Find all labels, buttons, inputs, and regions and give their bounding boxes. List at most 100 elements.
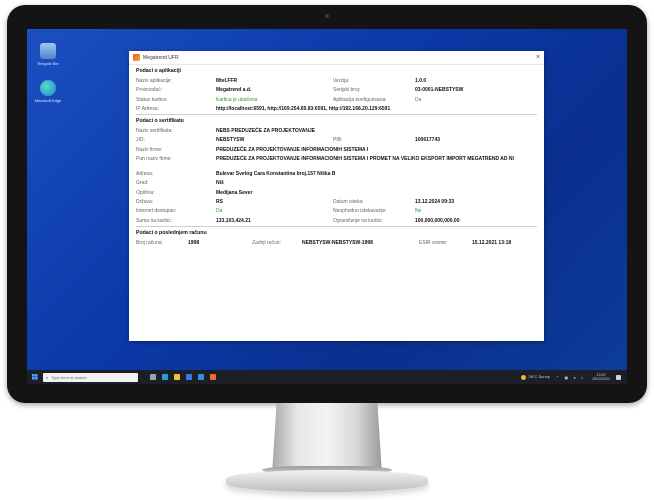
info-row: JID: NEBSTYSW PIB: 100617743 — [136, 136, 537, 145]
field-label: Aplikacija konfigurisana: — [333, 96, 387, 103]
megatrend-app-icon — [133, 54, 140, 61]
info-row: Naziv firme: PREDUZEĆE ZA PROJEKTOVANJE … — [136, 146, 537, 155]
pib-value: 100617743 — [415, 137, 441, 144]
card-limit-value: 100,000,000,000.00 — [415, 217, 460, 224]
field-label: Verzija: — [333, 78, 350, 84]
section-title: Podaci o sertifikatu — [136, 118, 184, 125]
close-button[interactable]: × — [536, 54, 540, 61]
info-row: Grad: Niš — [136, 179, 537, 188]
field-label: IP Adresa: — [136, 105, 159, 112]
field-label: Broj računa: — [136, 239, 163, 246]
esir-time-value: 15.12.2021 13:18 — [472, 239, 512, 246]
monitor-bezel: Recycle Bin Microsoft Edge Megatrend UFR… — [7, 5, 647, 403]
sun-icon — [521, 374, 527, 380]
municipality-value: Medijana Sever — [216, 189, 253, 196]
field-label: Država: — [136, 198, 154, 205]
city-value: Niš — [216, 180, 224, 187]
info-row: Adresa: Bulevar Svetog Cara Konstantina … — [136, 170, 537, 179]
edge-browser-icon[interactable] — [40, 80, 56, 96]
recycle-bin-icon[interactable] — [40, 43, 56, 59]
manufacturer-value: Megatrend a.d. — [216, 87, 252, 94]
desktop-screen: Recycle Bin Microsoft Edge Megatrend UFR… — [27, 29, 627, 384]
field-label: Status kartice: — [136, 96, 168, 103]
required-expiry-value: Ne — [415, 208, 422, 215]
field-label: Ograničenje na kartici: — [333, 217, 383, 224]
app-window: Megatrend UFR × Podaci o aplikaciji Nazi… — [129, 51, 544, 341]
weather-widget[interactable]: 28°C Sunny — [521, 374, 550, 380]
info-row: Opština: Medijana Sever — [136, 189, 537, 198]
field-label: Neophodno istekavanje: — [333, 208, 387, 215]
window-titlebar[interactable]: Megatrend UFR × — [129, 51, 544, 65]
card-sum-value: 133,103,424.21 — [216, 217, 251, 224]
notification-icon[interactable] — [616, 374, 621, 380]
info-row: Država: RS Datum isteka: 13.12.2024 09:3… — [136, 198, 537, 207]
field-label: Naziv firme: — [136, 146, 163, 153]
field-label: Proizvođač: — [136, 87, 163, 94]
info-row: Naziv aplikacije: Mtel.FFR Verzija: 1.0.… — [136, 77, 537, 86]
file-explorer-icon[interactable] — [174, 374, 180, 380]
taskbar-search-input[interactable]: ⌕ Type here to search — [43, 372, 138, 382]
certificate-section: Podaci o sertifikatu Naziv sertifikata: … — [129, 115, 544, 226]
field-label: Zadnji račun: — [252, 239, 281, 246]
weather-text: 28°C Sunny — [528, 374, 550, 380]
taskbar: ⌕ Type here to search 28°C Sunny ⌃ ▣ ◂ ☼… — [27, 370, 627, 384]
internet-available-value: Da — [216, 208, 223, 215]
address-value: Bulevar Svetog Cara Konstantina broj.157… — [216, 171, 336, 178]
jid-value: NEBSTYSW — [216, 137, 245, 144]
search-icon: ⌕ — [46, 374, 49, 380]
info-row: Pun naziv firme: PREDUZEĆE ZA PROJEKTOVA… — [136, 155, 537, 170]
field-label: Naziv aplikacije: — [136, 78, 172, 84]
full-company-name-value: PREDUZEĆE ZA PROJEKTOVANJE INFORMACIONIH… — [216, 156, 514, 163]
info-row: IP Adresa: http://localhost:6591, http:/… — [136, 105, 537, 114]
last-receipt-value: NEBSTYSW-NEBSTYSW-1998 — [302, 239, 373, 246]
section-title: Podaci o aplikaciji — [136, 68, 181, 74]
field-label: Pun naziv firme: — [136, 156, 172, 163]
taskbar-apps — [150, 374, 216, 380]
start-button[interactable] — [32, 374, 38, 380]
field-label: Suma na kartici: — [136, 217, 172, 224]
search-placeholder: Type here to search — [51, 374, 87, 380]
field-label: Serijski broj: — [333, 87, 361, 94]
receipt-section: Podaci o poslednjem računu Broj računa: … — [129, 227, 544, 248]
field-label: Adresa: — [136, 171, 154, 178]
app-name-value: Mtel.FFR — [216, 78, 238, 84]
webcam — [325, 14, 329, 18]
company-name-value: PREDUZEĆE ZA PROJEKTOVANJE INFORMACIONIH… — [216, 146, 369, 153]
expiry-date-value: 13.12.2024 09:33 — [415, 198, 455, 205]
info-row: Internet dostupan: Da Neophodno istekava… — [136, 207, 537, 216]
field-label: Internet dostupan: — [136, 208, 177, 215]
field-label: PIB: — [333, 137, 343, 144]
store-icon[interactable] — [186, 374, 192, 380]
tray-icons[interactable]: ⌃ ▣ ◂ ☼ — [556, 375, 586, 380]
field-label: Opština: — [136, 189, 155, 196]
clock-date: 15/12/2021 — [592, 377, 610, 381]
desktop-icon-label: Recycle Bin — [37, 61, 59, 66]
desktop-icon-label: Microsoft Edge — [34, 98, 62, 103]
certificate-name-value: NEBS PREDUZEĆE ZA PROJEKTOVANJE — [216, 128, 316, 135]
info-row: Suma na kartici: 133,103,424.21 Ograniče… — [136, 217, 537, 226]
system-tray: 28°C Sunny ⌃ ▣ ◂ ☼ 13:20 15/12/2021 — [521, 373, 627, 382]
clock[interactable]: 13:20 15/12/2021 — [592, 373, 610, 382]
serial-value: 03-0001-NEBSTYSW — [415, 87, 464, 94]
window-title: Megatrend UFR — [143, 54, 179, 61]
section-title: Podaci o poslednjem računu — [136, 229, 207, 236]
country-value: RS — [216, 198, 223, 205]
field-label: Naziv sertifikata: — [136, 128, 173, 135]
monitor-stand-base — [226, 470, 428, 492]
megatrend-taskbar-icon[interactable] — [210, 374, 216, 380]
ip-address-value: http://localhost:6591, http://169.254.69… — [216, 105, 391, 112]
edge-taskbar-icon[interactable] — [162, 374, 168, 380]
configured-value: Da — [415, 96, 422, 103]
info-row: Proizvođač: Megatrend a.d. Serijski broj… — [136, 86, 537, 95]
field-label: Grad: — [136, 180, 149, 187]
field-label: Datum isteka: — [333, 198, 364, 205]
version-value: 1.0.0 — [415, 78, 427, 84]
card-status-value: Kartica je ubačena — [216, 96, 258, 103]
info-row: Broj računa: 1998 Zadnji račun: NEBSTYSW… — [136, 239, 537, 248]
info-row: Status kartice: Kartica je ubačena Aplik… — [136, 96, 537, 105]
mail-icon[interactable] — [198, 374, 204, 380]
app-info-section: Podaci o aplikaciji Naziv aplikacije: Mt… — [129, 65, 544, 114]
field-label: JID: — [136, 137, 145, 144]
info-row: Naziv sertifikata: NEBS PREDUZEĆE ZA PRO… — [136, 127, 537, 136]
task-view-icon[interactable] — [150, 374, 156, 380]
